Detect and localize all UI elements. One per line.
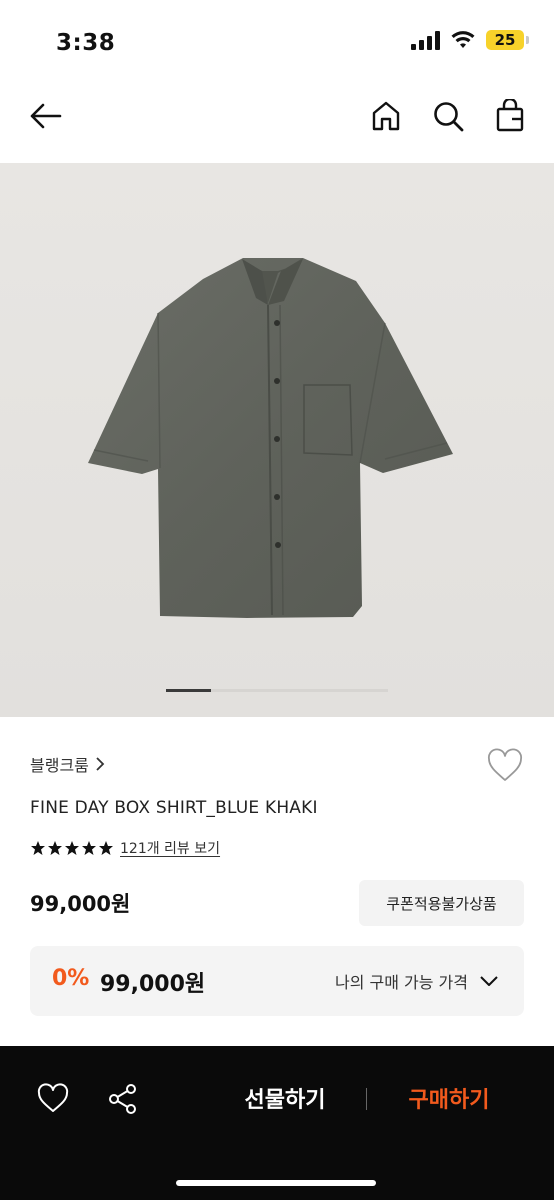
star-icon [48,841,62,855]
coupon-status-badge: 쿠폰적용불가상품 [359,880,524,926]
shopping-bag-icon [496,99,524,132]
search-icon [434,102,464,132]
heart-icon [37,1083,69,1112]
my-price-label: 나의 구매 가능 가격 [334,973,468,992]
my-price-amount: 99,000원 [100,972,206,997]
wifi-icon [451,31,475,48]
wish-button[interactable] [36,1082,70,1116]
status-indicators: 25 [411,30,529,50]
signal-icon [411,30,440,50]
chevron-down-icon [480,976,498,986]
battery-indicator: 25 [486,30,529,50]
star-icon [65,841,79,855]
home-indicator [176,1180,376,1186]
status-time: 3:38 [56,30,116,56]
divider [366,1088,367,1110]
brand-link[interactable]: 블랭크룸 [30,752,105,776]
discount-percent: 0% [52,966,90,991]
star-icon [99,841,113,855]
bottom-action-bar: 선물하기 구매하기 [0,1046,554,1200]
home-icon [372,101,400,131]
star-icon [31,841,45,855]
top-navigation [0,90,554,150]
product-price: 99,000원 [30,892,131,916]
image-carousel-indicator [166,689,388,692]
star-rating [30,840,114,856]
wishlist-button[interactable] [486,748,524,784]
share-button[interactable] [106,1082,140,1116]
rating-row: 121개 리뷰 보기 [30,838,220,858]
gift-button[interactable]: 선물하기 [220,1076,350,1120]
chevron-right-icon [96,757,105,771]
home-button[interactable] [368,98,404,134]
my-price-box[interactable]: 0% 99,000원 나의 구매 가능 가격 [30,946,524,1016]
product-title: FINE DAY BOX SHIRT_BLUE KHAKI [30,798,318,818]
product-image[interactable] [0,163,554,717]
cart-button[interactable] [492,98,528,134]
search-button[interactable] [430,98,466,134]
status-bar: 3:38 25 [0,0,554,80]
brand-name: 블랭크룸 [30,756,89,775]
back-button[interactable] [28,98,64,134]
buy-button[interactable]: 구매하기 [384,1076,514,1120]
review-link[interactable]: 121개 리뷰 보기 [120,838,220,858]
heart-icon [488,748,522,781]
arrow-left-icon [30,103,62,129]
shirt-illustration [88,258,453,618]
carousel-active-indicator [166,689,211,692]
share-icon [109,1084,136,1114]
star-icon [82,841,96,855]
